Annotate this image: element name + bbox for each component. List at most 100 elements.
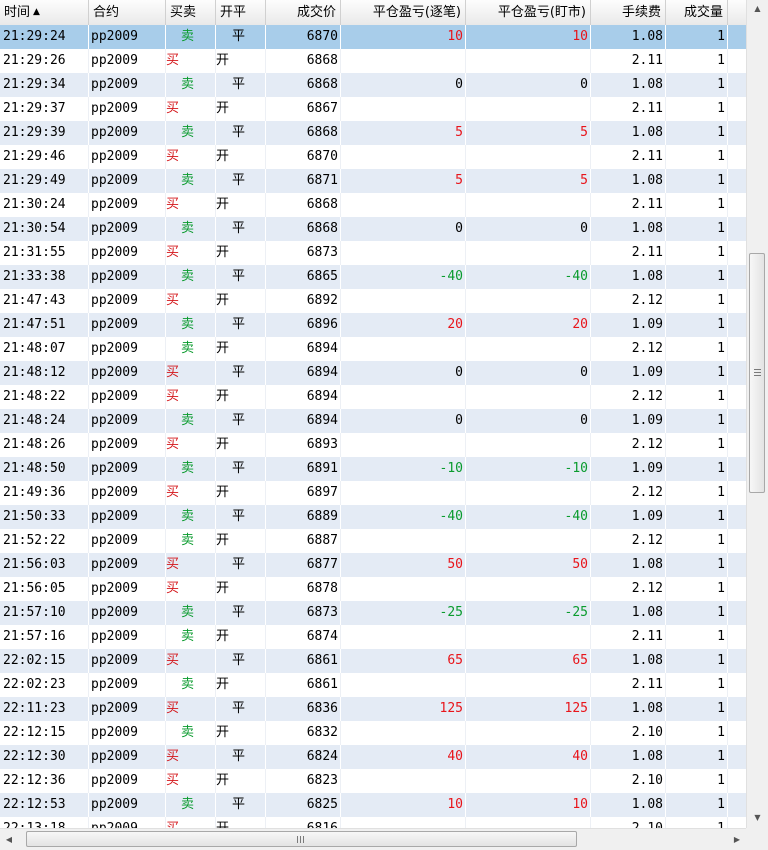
column-header-fee[interactable]: 手续费 (591, 0, 666, 25)
trade-volume: 1 (666, 409, 728, 433)
open-close-flag: 平 (216, 409, 266, 433)
table-row[interactable]: 21:47:43 pp2009 买开 6892 2.12 1 (0, 289, 746, 313)
open-close-flag: 开 (216, 625, 266, 649)
trade-time: 21:47:51 (0, 313, 89, 337)
table-row[interactable]: 21:48:50 pp2009 卖平 6891 -10 -10 1.09 1 (0, 457, 746, 481)
trade-volume: 1 (666, 73, 728, 97)
table-row[interactable]: 22:12:30 pp2009 买平 6824 40 40 1.08 1 (0, 745, 746, 769)
grid-header: 时间 ▲ 合约 买卖 开平 成交价 平仓盈亏(逐笔) 平仓盈亏(盯市) 手续费 成… (0, 0, 746, 26)
trade-time: 22:02:23 (0, 673, 89, 697)
column-header-time-label: 时间 (4, 5, 31, 20)
table-row[interactable]: 21:48:24 pp2009 卖平 6894 0 0 1.09 1 (0, 409, 746, 433)
table-row[interactable]: 22:12:53 pp2009 卖平 6825 10 10 1.08 1 (0, 793, 746, 817)
trade-volume: 1 (666, 193, 728, 217)
table-row[interactable]: 21:56:05 pp2009 买开 6878 2.12 1 (0, 577, 746, 601)
buy-sell-direction: 买 (166, 49, 216, 73)
trade-price: 6870 (266, 25, 341, 49)
table-row[interactable]: 21:29:37 pp2009 买开 6867 2.11 1 (0, 97, 746, 121)
trade-price: 6873 (266, 241, 341, 265)
vertical-scrollbar[interactable]: ▲ ▼ (746, 0, 768, 828)
table-row-selected[interactable]: 21:29:24 pp2009 卖平 6870 10 10 1.08 1 (0, 25, 746, 49)
buy-sell-direction: 卖 (166, 337, 216, 361)
table-row[interactable]: 21:57:16 pp2009 卖开 6874 2.11 1 (0, 625, 746, 649)
column-header-open-close[interactable]: 开平 (216, 0, 266, 25)
commission-fee: 2.12 (591, 577, 666, 601)
table-row[interactable]: 21:29:26 pp2009 买开 6868 2.11 1 (0, 49, 746, 73)
contract-code: pp2009 (89, 817, 166, 828)
trade-volume: 1 (666, 793, 728, 817)
table-row[interactable]: 21:56:03 pp2009 买平 6877 50 50 1.08 1 (0, 553, 746, 577)
table-row[interactable]: 21:29:46 pp2009 买开 6870 2.11 1 (0, 145, 746, 169)
table-row[interactable]: 21:48:22 pp2009 买开 6894 2.12 1 (0, 385, 746, 409)
trade-time: 21:33:38 (0, 265, 89, 289)
commission-fee: 1.08 (591, 553, 666, 577)
table-row[interactable]: 22:13:18pp2009买开6816 2.101 (0, 817, 746, 828)
close-pnl-per-trade (341, 721, 466, 745)
trade-price: 6891 (266, 457, 341, 481)
table-row[interactable]: 21:47:51 pp2009 卖平 6896 20 20 1.09 1 (0, 313, 746, 337)
table-row[interactable]: 21:48:26 pp2009 买开 6893 2.12 1 (0, 433, 746, 457)
scroll-up-icon[interactable]: ▲ (747, 0, 768, 17)
table-row[interactable]: 21:33:38 pp2009 卖平 6865 -40 -40 1.08 1 (0, 265, 746, 289)
open-close-flag: 平 (216, 73, 266, 97)
scroll-left-icon[interactable]: ◀ (0, 829, 18, 850)
buy-sell-direction: 卖 (166, 169, 216, 193)
trade-price: 6861 (266, 673, 341, 697)
column-header-price[interactable]: 成交价 (266, 0, 341, 25)
table-row[interactable]: 21:48:12 pp2009 买平 6894 0 0 1.09 1 (0, 361, 746, 385)
close-pnl-mark-to-market (466, 577, 591, 601)
trade-volume: 1 (666, 265, 728, 289)
contract-code: pp2009 (89, 121, 166, 145)
close-pnl-mark-to-market: 20 (466, 313, 591, 337)
table-row[interactable]: 21:48:07 pp2009 卖开 6894 2.12 1 (0, 337, 746, 361)
close-pnl-per-trade: -40 (341, 265, 466, 289)
horizontal-scrollbar[interactable]: ◀ ▶ (0, 828, 746, 850)
table-row[interactable]: 21:52:22 pp2009 卖开 6887 2.12 1 (0, 529, 746, 553)
column-header-time[interactable]: 时间 ▲ (0, 0, 89, 25)
open-close-flag: 平 (216, 601, 266, 625)
trade-time: 21:56:03 (0, 553, 89, 577)
column-header-contract[interactable]: 合约 (89, 0, 166, 25)
column-header-buy-sell[interactable]: 买卖 (166, 0, 216, 25)
close-pnl-per-trade: 10 (341, 25, 466, 49)
table-row[interactable]: 21:57:10 pp2009 卖平 6873 -25 -25 1.08 1 (0, 601, 746, 625)
contract-code: pp2009 (89, 241, 166, 265)
table-row[interactable]: 22:12:36 pp2009 买开 6823 2.10 1 (0, 769, 746, 793)
table-row[interactable]: 21:30:54 pp2009 卖平 6868 0 0 1.08 1 (0, 217, 746, 241)
table-row[interactable]: 22:02:15 pp2009 买平 6861 65 65 1.08 1 (0, 649, 746, 673)
table-row[interactable]: 21:30:24 pp2009 买开 6868 2.11 1 (0, 193, 746, 217)
trade-time: 21:29:24 (0, 25, 89, 49)
contract-code: pp2009 (89, 625, 166, 649)
column-header-pnl-mark[interactable]: 平仓盈亏(盯市) (466, 0, 591, 25)
trade-price: 6894 (266, 409, 341, 433)
trade-price: 6894 (266, 385, 341, 409)
contract-code: pp2009 (89, 145, 166, 169)
table-row[interactable]: 22:11:23 pp2009 买平 6836 125 125 1.08 1 (0, 697, 746, 721)
table-row[interactable]: 21:50:33 pp2009 卖平 6889 -40 -40 1.09 1 (0, 505, 746, 529)
buy-sell-direction: 卖 (166, 73, 216, 97)
column-header-pnl-trade[interactable]: 平仓盈亏(逐笔) (341, 0, 466, 25)
trade-time: 21:52:22 (0, 529, 89, 553)
table-row[interactable]: 21:29:49 pp2009 卖平 6871 5 5 1.08 1 (0, 169, 746, 193)
close-pnl-mark-to-market: -40 (466, 265, 591, 289)
horizontal-scroll-thumb[interactable] (26, 831, 577, 847)
buy-sell-direction: 买 (166, 385, 216, 409)
buy-sell-direction: 买 (166, 193, 216, 217)
vertical-scroll-thumb[interactable] (749, 253, 765, 493)
table-row[interactable]: 21:31:55 pp2009 买开 6873 2.11 1 (0, 241, 746, 265)
table-row[interactable]: 22:02:23 pp2009 卖开 6861 2.11 1 (0, 673, 746, 697)
open-close-flag: 开 (216, 385, 266, 409)
trade-price: 6868 (266, 73, 341, 97)
contract-code: pp2009 (89, 361, 166, 385)
column-header-volume[interactable]: 成交量 (666, 0, 728, 25)
table-row[interactable]: 22:12:15 pp2009 卖开 6832 2.10 1 (0, 721, 746, 745)
trade-volume: 1 (666, 673, 728, 697)
open-close-flag: 平 (216, 265, 266, 289)
scroll-down-icon[interactable]: ▼ (747, 809, 768, 826)
table-row[interactable]: 21:29:34 pp2009 卖平 6868 0 0 1.08 1 (0, 73, 746, 97)
commission-fee: 2.11 (591, 97, 666, 121)
scroll-right-icon[interactable]: ▶ (728, 829, 746, 850)
table-row[interactable]: 21:49:36 pp2009 买开 6897 2.12 1 (0, 481, 746, 505)
table-row[interactable]: 21:29:39 pp2009 卖平 6868 5 5 1.08 1 (0, 121, 746, 145)
trade-time: 22:02:15 (0, 649, 89, 673)
